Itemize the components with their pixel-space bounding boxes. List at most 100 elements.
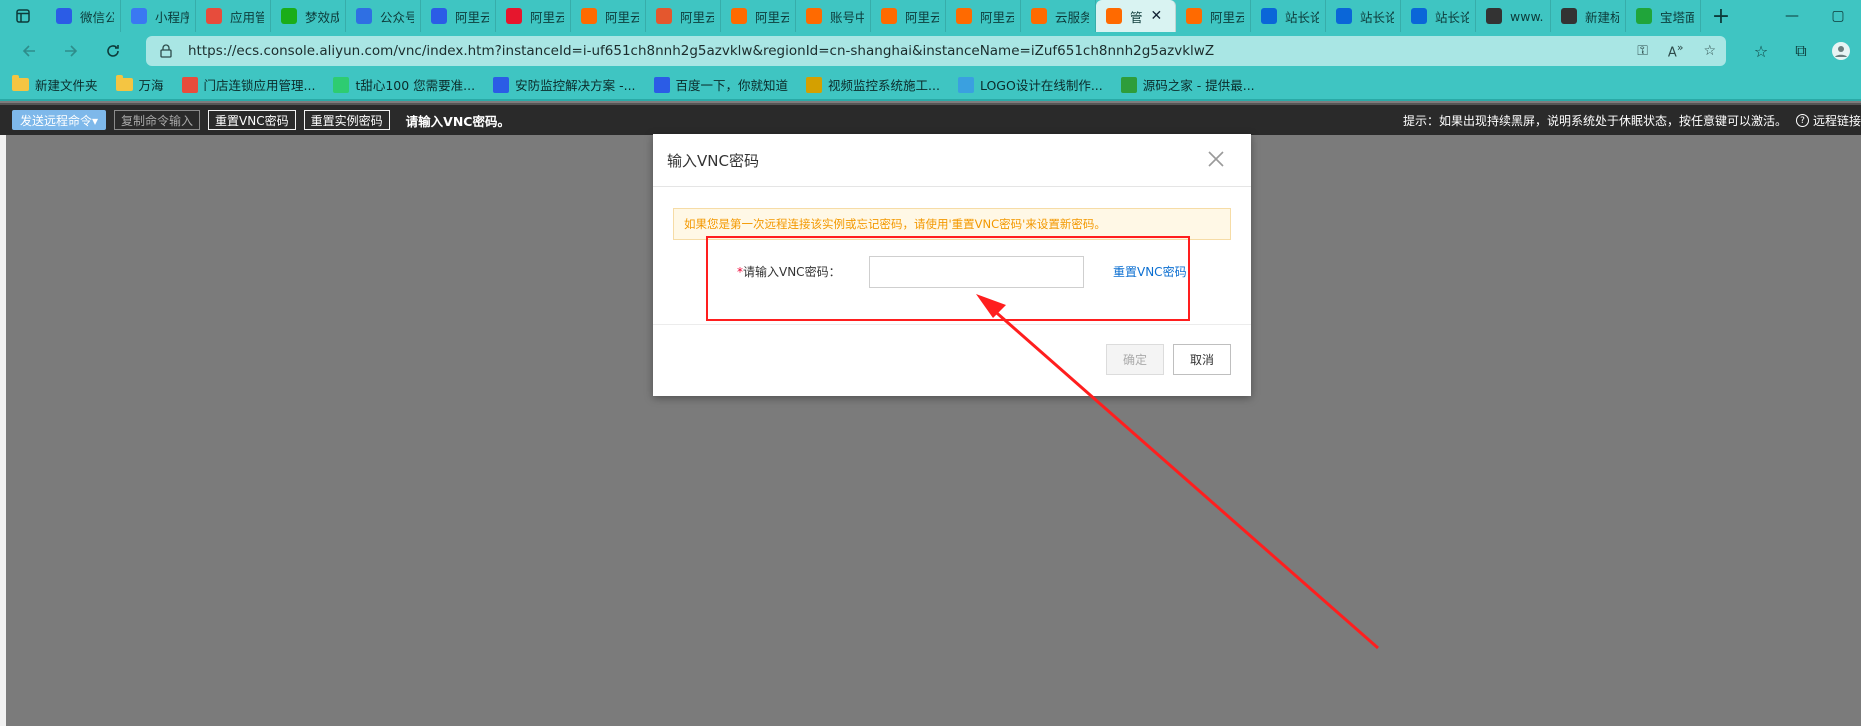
browser-toolbar: ☆ ⧉ bbox=[1741, 32, 1861, 70]
close-icon[interactable]: ✕ bbox=[1151, 8, 1163, 24]
navigation-bar: https://ecs.console.aliyun.com/vnc/index… bbox=[0, 32, 1861, 70]
browser-tab[interactable]: 站长论 bbox=[1326, 0, 1401, 32]
profile-avatar[interactable] bbox=[1821, 32, 1861, 70]
browser-tab[interactable]: 梦效成 bbox=[271, 0, 346, 32]
back-button[interactable] bbox=[8, 32, 50, 70]
folder-icon bbox=[115, 75, 133, 91]
tab-label: 公众号 bbox=[380, 9, 414, 25]
address-bar[interactable]: https://ecs.console.aliyun.com/vnc/index… bbox=[146, 36, 1726, 66]
wechat-icon bbox=[281, 8, 297, 24]
browser-tab[interactable]: 阿里云 bbox=[1176, 0, 1251, 32]
tab-label: 微信公 bbox=[80, 9, 114, 25]
favorite-add-icon[interactable]: ☆ bbox=[1703, 43, 1716, 59]
key-icon[interactable]: ⚿ bbox=[1637, 43, 1648, 59]
bookmark-label: 新建文件夹 bbox=[35, 78, 98, 93]
zhihu-icon bbox=[1336, 8, 1352, 24]
tab-actions-button[interactable] bbox=[0, 0, 46, 32]
bookmark-item[interactable]: 视频监控系统施工... bbox=[806, 75, 940, 94]
send-remote-command-button[interactable]: 发送远程命令▾ bbox=[12, 110, 107, 130]
tab-label: 梦效成 bbox=[305, 9, 339, 25]
favorites-icon[interactable]: ☆ bbox=[1741, 32, 1781, 70]
browser-tab[interactable]: 阿里云 bbox=[496, 0, 571, 32]
reset-vnc-password-button[interactable]: 重置VNC密码 bbox=[208, 110, 296, 130]
address-bar-icons: ⚿ A» ☆ bbox=[1637, 36, 1716, 66]
collections-icon[interactable]: ⧉ bbox=[1781, 32, 1821, 70]
arrow-right-icon bbox=[65, 45, 78, 57]
url-text: https://ecs.console.aliyun.com/vnc/index… bbox=[188, 43, 1215, 59]
bookmark-item[interactable]: 安防监控解决方案 -... bbox=[493, 75, 636, 94]
tab-label: 站长论 bbox=[1435, 9, 1469, 25]
bookmark-label: 安防监控解决方案 -... bbox=[515, 78, 636, 93]
zhihu-icon bbox=[1261, 8, 1277, 24]
bookmark-label: LOGO设计在线制作... bbox=[979, 78, 1103, 93]
bookmark-item[interactable]: LOGO设计在线制作... bbox=[957, 75, 1103, 94]
browser-tab[interactable]: 账号中 bbox=[796, 0, 871, 32]
bookmark-item[interactable]: 万海 bbox=[115, 75, 164, 94]
browser-tab[interactable]: 应用管 bbox=[196, 0, 271, 32]
c-icon bbox=[656, 8, 672, 24]
browser-tab[interactable]: 新建标 bbox=[1551, 0, 1626, 32]
maximize-button[interactable]: ▢ bbox=[1815, 0, 1861, 32]
browser-tab[interactable]: 微信公 bbox=[46, 0, 121, 32]
tab-label: 阿里云 bbox=[680, 9, 714, 25]
bookmark-item[interactable]: t甜心100 您需要准... bbox=[333, 75, 475, 94]
tab-label: 阿里云 bbox=[530, 9, 564, 25]
screen-left-edge bbox=[0, 135, 6, 726]
browser-tab[interactable]: 阿里云 bbox=[721, 0, 796, 32]
browser-tab[interactable]: 阿里云 bbox=[946, 0, 1021, 32]
browser-tab[interactable]: 云服务 bbox=[1021, 0, 1096, 32]
dialog-header: 输入VNC密码 bbox=[653, 134, 1251, 187]
grid-icon bbox=[206, 8, 222, 24]
tab-label: 应用管 bbox=[230, 9, 264, 25]
close-icon[interactable] bbox=[1207, 150, 1225, 168]
new-tab-button[interactable]: + bbox=[1701, 0, 1741, 32]
tab-label: 站长论 bbox=[1360, 9, 1394, 25]
browser-tab[interactable]: 阿里云 bbox=[871, 0, 946, 32]
dialog-title: 输入VNC密码 bbox=[667, 151, 759, 170]
bookmark-item[interactable]: 门店连锁应用管理... bbox=[181, 75, 316, 94]
read-aloud-icon[interactable]: A» bbox=[1668, 41, 1684, 60]
doc-icon bbox=[356, 8, 372, 24]
browser-tab[interactable]: www.s bbox=[1476, 0, 1551, 32]
tab-label: 阿里云 bbox=[1210, 9, 1244, 25]
browser-tab[interactable]: 站长论 bbox=[1251, 0, 1326, 32]
m-icon bbox=[1120, 76, 1137, 93]
bookmark-label: t甜心100 您需要准... bbox=[355, 78, 476, 93]
baidu-icon bbox=[56, 8, 72, 24]
confirm-button[interactable]: 确定 bbox=[1106, 344, 1164, 375]
browser-tab[interactable]: 小程序 bbox=[121, 0, 196, 32]
arrow-left-icon bbox=[22, 45, 35, 57]
browser-tab[interactable]: 阿里云 bbox=[571, 0, 646, 32]
minimize-button[interactable]: — bbox=[1769, 0, 1815, 32]
browser-tab[interactable]: 宝塔面 bbox=[1626, 0, 1701, 32]
vnc-status-message: 请输入VNC密码。 bbox=[405, 113, 510, 129]
s-icon bbox=[806, 76, 823, 93]
refresh-button[interactable] bbox=[92, 32, 134, 70]
lock-icon[interactable] bbox=[160, 44, 174, 58]
tab-label: 阿里云 bbox=[755, 9, 789, 25]
bookmark-label: 门店连锁应用管理... bbox=[203, 78, 316, 93]
page-icon bbox=[1561, 8, 1577, 24]
browser-tab[interactable]: 阿里云 bbox=[421, 0, 496, 32]
browser-tab[interactable]: 阿里云 bbox=[646, 0, 721, 32]
tab-strip: 微信公 小程序 应用管 梦效成 公众号 阿里云 阿里云 阿里云 阿里云 阿里云 账号中 阿里云 阿里云 云… bbox=[0, 0, 1861, 32]
tab-label: 阿里云 bbox=[980, 9, 1014, 25]
weibo-icon bbox=[506, 8, 522, 24]
forward-button[interactable] bbox=[50, 32, 92, 70]
bookmark-item[interactable]: 源码之家 - 提供最... bbox=[1120, 75, 1255, 94]
reset-instance-password-button[interactable]: 重置实例密码 bbox=[303, 110, 390, 130]
tab-label: 新建标 bbox=[1585, 9, 1619, 25]
help-icon: ? bbox=[1795, 114, 1809, 127]
bookmark-label: 视频监控系统施工... bbox=[828, 78, 940, 93]
browser-tab[interactable]: 站长论 bbox=[1401, 0, 1476, 32]
copy-command-input-button[interactable]: 复制命令输入 bbox=[114, 110, 201, 130]
remote-link-help[interactable]: ? 远程链接 bbox=[1795, 112, 1861, 129]
cancel-button[interactable]: 取消 bbox=[1173, 344, 1231, 375]
browser-tab[interactable]: 管 ✕ bbox=[1096, 0, 1176, 32]
tab-list: 微信公 小程序 应用管 梦效成 公众号 阿里云 阿里云 阿里云 阿里云 阿里云 账号中 阿里云 阿里云 云… bbox=[46, 0, 1701, 32]
refresh-icon bbox=[107, 45, 119, 57]
bookmark-item[interactable]: 新建文件夹 bbox=[12, 75, 98, 94]
bookmark-item[interactable]: 百度一下，你就知道 bbox=[653, 75, 788, 94]
baidu-icon bbox=[431, 8, 447, 24]
browser-tab[interactable]: 公众号 bbox=[346, 0, 421, 32]
